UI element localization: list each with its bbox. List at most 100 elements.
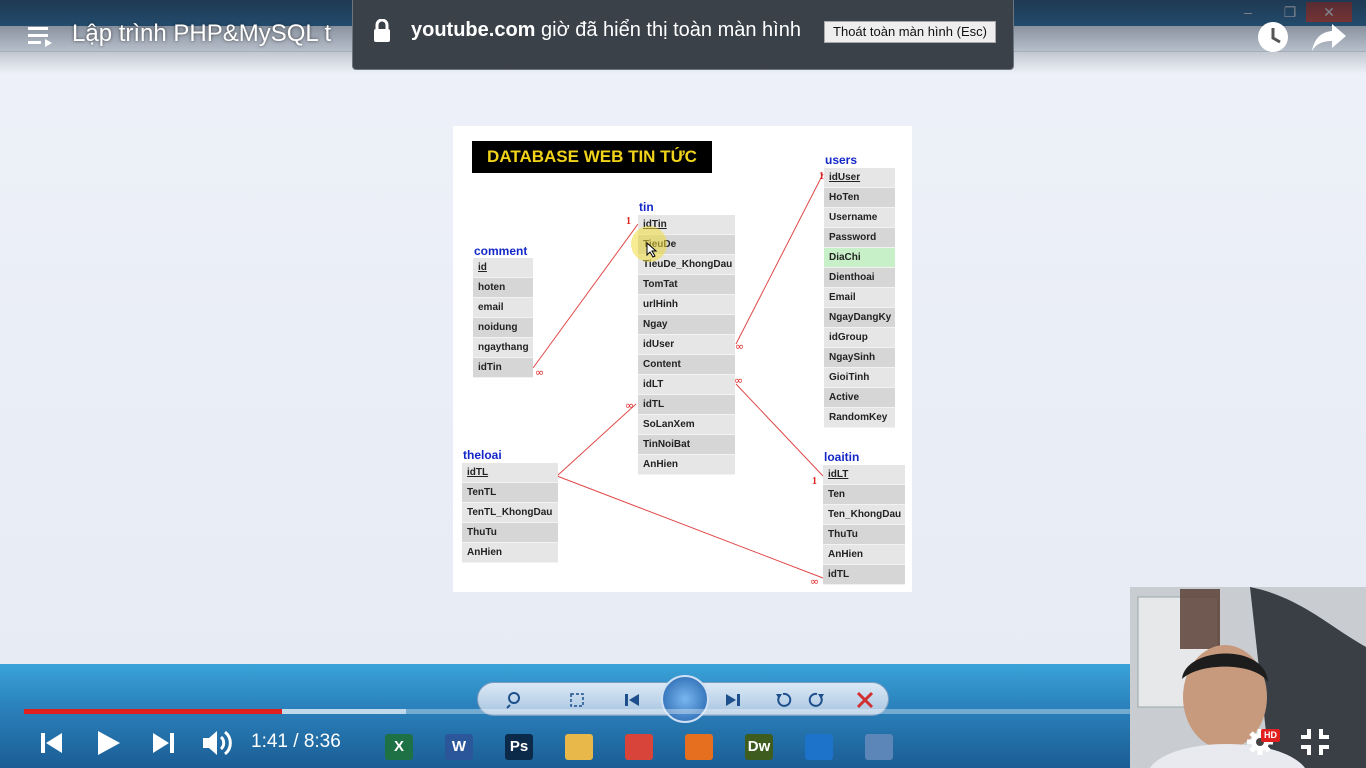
field-tin-content: Content [638,355,735,375]
table-name-theloai: theloai [463,448,502,462]
exit-fullscreen-notice-button[interactable]: Thoát toàn màn hình (Esc) [824,21,996,43]
excel-icon: X [385,734,413,760]
time-separator: / [287,731,304,752]
field-users-dienthoai: Dienthoai [824,268,895,288]
card-many: ∞ [625,399,634,412]
word-icon: W [445,734,473,760]
table-name-tin: tin [639,200,654,214]
teamviewer-icon [805,734,833,760]
field-loaitin-idlt: idLT [823,465,905,485]
fit-window-icon [570,693,584,707]
taskbar-teamviewer-icon [798,728,840,766]
hd-badge: HD [1261,729,1280,742]
firefox-icon [685,734,713,760]
field-users-diachi: DiaChi [824,248,895,268]
field-users-username: Username [824,208,895,228]
taskbar-photoshop-icon: Ps [498,728,540,766]
table-name-loaitin: loaitin [824,450,860,464]
field-loaitin-anhien: AnHien [823,545,905,565]
fullscreen-notice: youtube.com giờ đã hiển thị toàn màn hìn… [352,0,1014,70]
rotate-left-icon [776,692,792,707]
file-explorer-icon [565,734,593,760]
field-theloai-tentl_khongdau: TenTL_KhongDau [462,503,558,523]
card-many: ∞ [734,374,743,387]
field-comment-noidung: noidung [473,318,533,338]
exit-fullscreen-icon[interactable] [1300,728,1330,756]
video-title[interactable]: Lập trình PHP&MySQL t [72,20,331,48]
card-one: 1 [812,476,817,487]
mouse-cursor-icon [646,242,658,258]
field-users-email: Email [824,288,895,308]
lock-icon [374,19,390,42]
playlist-menu-icon[interactable] [26,24,54,48]
play-button[interactable] [88,726,128,760]
field-theloai-tentl: TenTL [462,483,558,503]
field-users-randomkey: RandomKey [824,408,895,428]
field-tin-idtl: idTL [638,395,735,415]
watch-later-clock-icon[interactable] [1256,20,1290,54]
card-one: 1 [626,216,631,227]
field-users-password: Password [824,228,895,248]
field-users-idgroup: idGroup [824,328,895,348]
table-loaitin: idLT Ten Ten_KhongDau ThuTu AnHien idTL [823,465,905,585]
taskbar-word-icon: W [438,728,480,766]
fullscreen-domain: youtube.com [411,19,536,41]
field-tin-tinnoibat: TinNoiBat [638,435,735,455]
rel-tin-comment [532,223,639,369]
taskbar-firefox-icon [678,728,720,766]
table-name-users: users [825,153,858,167]
zoom-icon [506,692,520,709]
field-tin-urlhinh: urlHinh [638,295,735,315]
next-image-icon [726,694,740,706]
previous-video-button[interactable] [28,726,68,760]
field-tin-solanxem: SoLanXem [638,415,735,435]
rel-users-tin [735,173,824,345]
time-display: 1:41 / 8:36 [251,731,341,753]
field-tin-tomtat: TomTat [638,275,735,295]
field-users-hoten: HoTen [824,188,895,208]
field-theloai-idtl: idTL [462,463,558,483]
dreamweaver-icon: Dw [745,734,773,760]
field-loaitin-ten_khongdau: Ten_KhongDau [823,505,905,525]
rel-loaitin-tin [735,383,824,477]
taskbar-chrome-icon [618,728,660,766]
card-many: ∞ [535,366,544,379]
fullscreen-message: youtube.com giờ đã hiển thị toàn màn hìn… [411,19,801,42]
er-diagram: DATABASE WEB TIN TỨC 1 1 1 1 ∞ ∞ ∞ ∞ ∞ [453,126,912,592]
rel-theloai-tin [556,403,637,477]
field-users-ngaysinh: NgaySinh [824,348,895,368]
share-icon[interactable] [1310,20,1348,54]
time-current: 1:41 [251,731,288,752]
field-loaitin-idtl: idTL [823,565,905,585]
taskbar-photo-viewer-icon [858,728,900,766]
table-theloai: idTL TenTL TenTL_KhongDau ThuTu AnHien [462,463,558,563]
field-tin-ngay: Ngay [638,315,735,335]
time-total: 8:36 [303,731,341,752]
volume-button[interactable] [198,726,238,760]
field-users-gioitinh: GioiTinh [824,368,895,388]
field-users-active: Active [824,388,895,408]
field-comment-ngaythang: ngaythang [473,338,533,358]
field-theloai-anhien: AnHien [462,543,558,563]
field-comment-email: email [473,298,533,318]
field-users-iduser: idUser [824,168,895,188]
photoshop-icon: Ps [505,734,533,760]
taskbar-dreamweaver-icon: Dw [738,728,780,766]
slideshow-icon [661,675,709,723]
field-loaitin-thutu: ThuTu [823,525,905,545]
taskbar-excel-icon: X [378,728,420,766]
field-loaitin-ten: Ten [823,485,905,505]
field-tin-iduser: idUser [638,335,735,355]
field-comment-hoten: hoten [473,278,533,298]
next-video-button[interactable] [145,726,185,760]
previous-image-icon [625,694,639,706]
card-many: ∞ [810,575,819,588]
progress-played [24,709,283,714]
chrome-icon [625,734,653,760]
field-theloai-thutu: ThuTu [462,523,558,543]
field-comment-id: id [473,258,533,278]
field-comment-idtin: idTin [473,358,533,378]
table-users: idUser HoTen Username Password DiaChi Dientho… [824,168,895,428]
card-many: ∞ [735,340,744,353]
fullscreen-text: giờ đã hiển thị toàn màn hình [535,19,801,41]
